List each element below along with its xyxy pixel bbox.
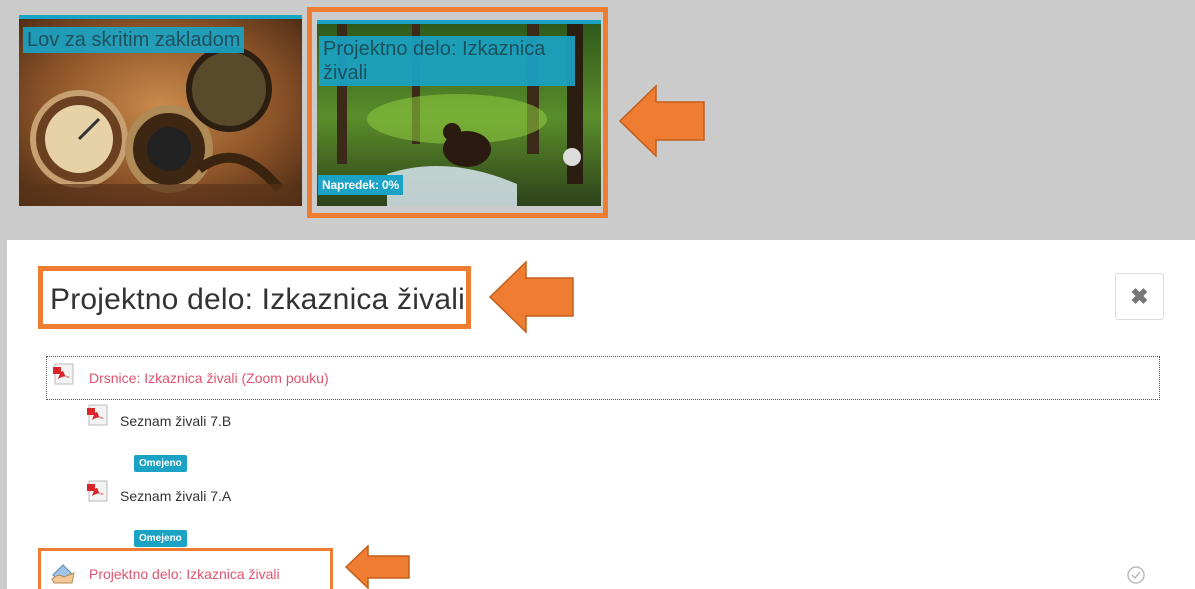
left-gutter [0,240,7,589]
activity-link[interactable]: Projektno delo: Izkaznica živali [89,566,280,582]
pdf-icon [53,363,74,385]
restricted-badge: Omejeno [134,455,187,472]
tile-title[interactable]: Projektno delo: Izkaznica živali [319,36,575,86]
pdf-icon [87,480,108,502]
completion-check-icon[interactable] [1127,566,1145,584]
pdf-icon [87,404,108,426]
section-heading: Projektno delo: Izkaznica živali [50,283,465,316]
progress-badge: Napredek: 0% [318,175,403,195]
arrow-left-icon [618,84,705,158]
restricted-badge: Omejeno [134,530,187,547]
tile-animal-id-project[interactable]: Projektno delo: Izkaznica živali Naprede… [317,20,601,206]
arrow-left-icon [488,260,574,334]
close-button[interactable]: ✖ [1115,273,1164,320]
activity-link[interactable]: Seznam živali 7.A [120,488,231,504]
arrow-left-icon [344,545,410,589]
close-icon: ✖ [1130,283,1149,309]
tile-treasure-hunt[interactable]: Lov za skritim zakladom [19,15,302,206]
tile-title[interactable]: Lov za skritim zakladom [23,27,245,53]
assignment-icon [51,564,75,584]
activity-link[interactable]: Drsnice: Izkaznica živali (Zoom pouku) [89,370,329,386]
activity-link[interactable]: Seznam živali 7.B [120,413,231,429]
